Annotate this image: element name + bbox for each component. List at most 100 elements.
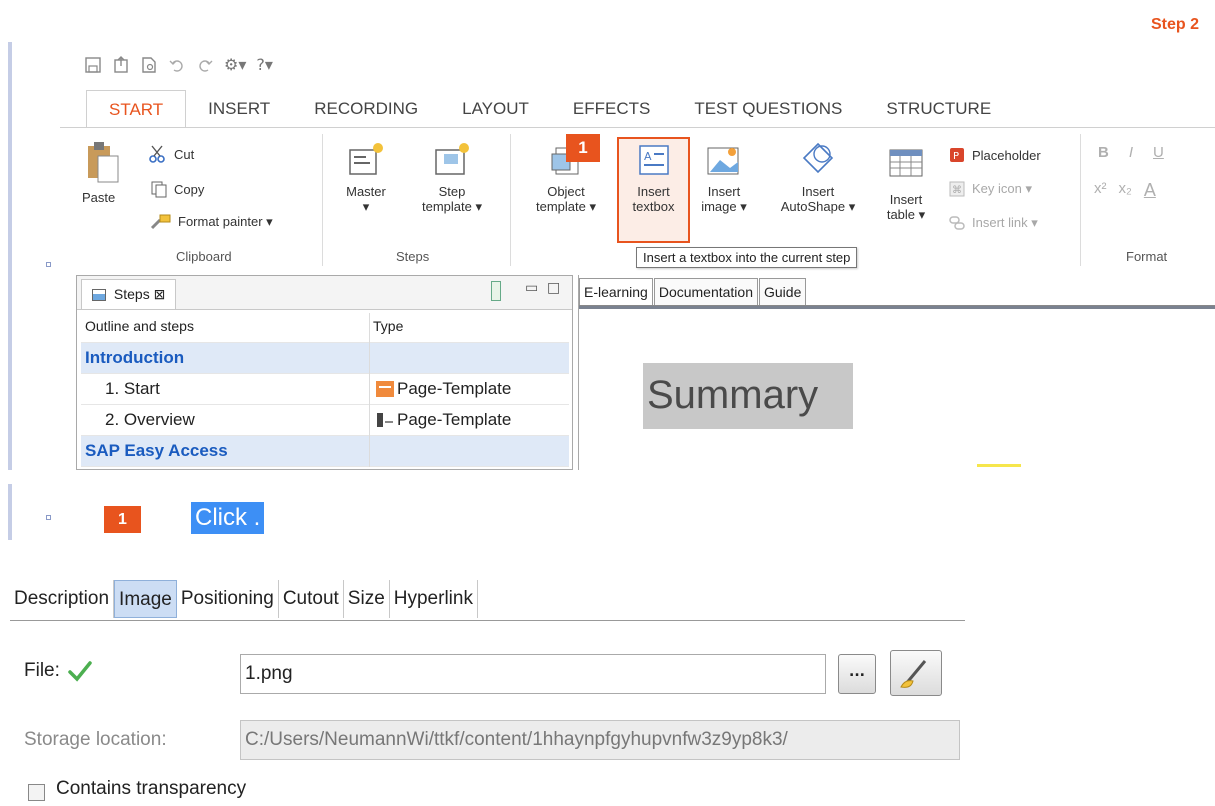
table-icon (889, 149, 923, 177)
insert-autoshape-label-2: AutoShape ▾ (780, 199, 856, 214)
bullet-marker-2 (46, 515, 51, 520)
tab-positioning[interactable]: Positioning (177, 580, 279, 618)
insert-link-label: Insert link ▾ (972, 215, 1038, 230)
paste-button[interactable]: Paste (82, 140, 132, 205)
tab-size[interactable]: Size (344, 580, 390, 618)
format-row-2: x² x₂ A (1094, 180, 1156, 201)
property-tabs-divider (10, 620, 965, 621)
copy-icon (151, 181, 167, 198)
yellow-underline (977, 464, 1021, 467)
format-row-1: B I U (1098, 144, 1164, 161)
column-header-type[interactable]: Type (373, 318, 403, 334)
insert-table-button[interactable]: Insert table ▾ (874, 144, 938, 223)
row-type: Page-Template (397, 379, 512, 398)
tab-structure[interactable]: STRUCTURE (864, 90, 1013, 128)
table-row[interactable]: SAP Easy Access (81, 436, 569, 467)
tab-layout[interactable]: LAYOUT (440, 90, 551, 128)
property-tabs: Description Image Positioning Cutout Siz… (10, 580, 478, 618)
minimize-icon[interactable]: ▭ (525, 280, 538, 296)
insert-table-label-2: table ▾ (886, 207, 926, 222)
tab-description[interactable]: Description (10, 580, 115, 618)
tab-effects[interactable]: EFFECTS (551, 90, 672, 128)
column-header-outline[interactable]: Outline and steps (85, 318, 194, 334)
instruction-text[interactable]: Click . (191, 502, 265, 534)
tab-start[interactable]: START (86, 90, 187, 128)
transparency-label: Contains transparency (56, 778, 247, 799)
link-icon (949, 216, 965, 230)
insert-image-button[interactable]: Insert image ▾ (692, 140, 756, 215)
step-template-button[interactable]: Step template ▾ (412, 140, 492, 215)
step-template-icon (435, 143, 469, 175)
autoshape-icon (802, 142, 834, 174)
tab-documentation[interactable]: Documentation (653, 278, 758, 305)
row-type-cell: Page-Template (375, 410, 511, 430)
tab-image[interactable]: Image (114, 580, 177, 618)
export-icon[interactable] (112, 55, 130, 74)
maximize-icon[interactable]: □ (547, 280, 560, 296)
insert-textbox-label: Insert (637, 184, 670, 199)
summary-heading: Summary (643, 363, 853, 429)
svg-text:P: P (953, 151, 959, 162)
redo-icon[interactable] (196, 56, 214, 74)
document-preview-icon[interactable] (140, 56, 158, 74)
tab-guide[interactable]: Guide (759, 278, 807, 305)
insert-link-button[interactable]: Insert link ▾ (948, 214, 1038, 232)
transparency-checkbox[interactable] (28, 784, 45, 801)
master-button[interactable]: Master ▾ (336, 140, 396, 215)
tab-hyperlink[interactable]: Hyperlink (390, 580, 478, 618)
page-template-person-icon (377, 413, 393, 427)
cut-button[interactable]: Cut (148, 144, 194, 164)
clipboard-group-label: Clipboard (176, 249, 232, 264)
cut-label: Cut (174, 146, 195, 162)
step-template-label-2: template ▾ (422, 199, 482, 214)
left-margin-bar (8, 42, 12, 470)
insert-image-label-2: image ▾ (701, 199, 747, 214)
italic-button[interactable]: I (1129, 144, 1133, 161)
grid-header: Outline and steps Type (81, 313, 569, 344)
step-label: Step 2 (1150, 16, 1199, 33)
tab-recording[interactable]: RECORDING (292, 90, 440, 128)
table-row[interactable]: Introduction (81, 343, 569, 374)
tab-test-questions[interactable]: TEST QUESTIONS (672, 90, 864, 128)
browse-button[interactable]: ... (838, 654, 876, 694)
subscript-button[interactable]: x₂ (1119, 180, 1132, 201)
settings-gear-icon[interactable]: ⚙▾ (224, 55, 246, 74)
insert-image-label: Insert (707, 184, 741, 199)
group-separator (322, 134, 323, 266)
font-color-button[interactable]: A (1144, 180, 1156, 201)
placeholder-icon: P (950, 148, 964, 162)
preview-canvas[interactable]: Summary (579, 306, 1215, 470)
underline-button[interactable]: U (1153, 144, 1164, 161)
file-input[interactable]: 1.png (240, 654, 826, 694)
copy-button[interactable]: Copy (150, 180, 204, 198)
format-painter-button[interactable]: Format painter ▾ (150, 214, 273, 230)
format-painter-label: Format painter ▾ (178, 214, 273, 229)
table-row[interactable]: 1. Start Page-Template (81, 374, 569, 405)
placeholder-label: Placeholder (972, 147, 1041, 163)
steps-tab[interactable]: Steps ⊠ (81, 279, 177, 309)
help-icon[interactable]: ?▾ (256, 55, 273, 74)
brush-icon (900, 660, 927, 688)
edit-image-button[interactable] (890, 650, 942, 696)
step-marker-ribbon: 1 (566, 134, 600, 162)
insert-textbox-tooltip: Insert a textbox into the current step (636, 247, 858, 268)
insert-autoshape-button[interactable]: Insert AutoShape ▾ (768, 140, 868, 215)
steps-group-label: Steps (396, 249, 430, 264)
steps-panel: Steps ⊠ ▭ □ Outline and steps Type Intro… (76, 275, 573, 470)
tab-insert[interactable]: INSERT (186, 90, 292, 128)
superscript-button[interactable]: x² (1094, 180, 1107, 201)
save-icon[interactable] (84, 56, 102, 74)
tab-e-learning[interactable]: E-learning (579, 278, 653, 305)
placeholder-button[interactable]: P Placeholder (948, 146, 1041, 164)
insert-textbox-button[interactable]: A Insert textbox (617, 140, 690, 214)
key-icon-button[interactable]: ⌘ Key icon ▾ (948, 180, 1032, 198)
bold-button[interactable]: B (1098, 144, 1109, 161)
table-row[interactable]: 2. Overview Page-Template (81, 405, 569, 436)
preview-tabs: E-learning Documentation Guide (579, 278, 1215, 306)
scissors-icon (149, 145, 165, 163)
textbox-icon: A (638, 145, 669, 175)
undo-icon[interactable] (168, 56, 186, 74)
tab-cutout[interactable]: Cutout (279, 580, 344, 618)
master-label: Master (346, 184, 386, 199)
view-menu-icon[interactable] (491, 281, 501, 301)
